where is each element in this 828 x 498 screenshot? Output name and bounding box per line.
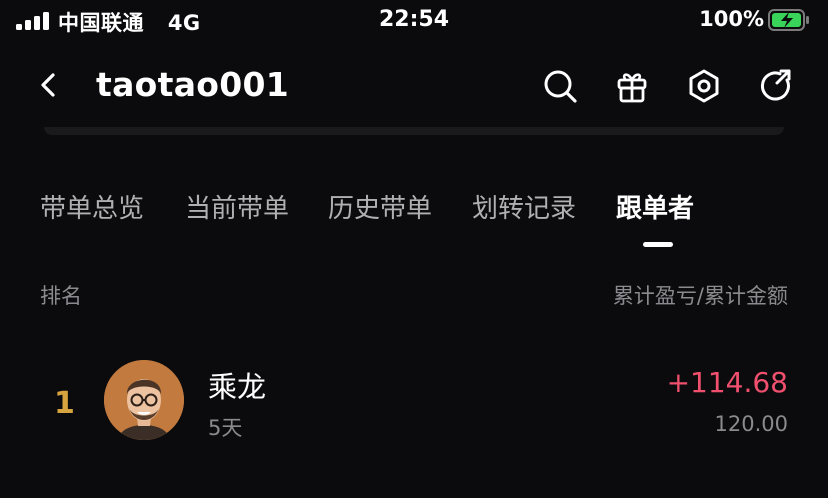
tab-overview[interactable]: 带单总览 <box>40 188 144 225</box>
battery-percent: 100% <box>699 7 764 31</box>
card-edge-divider <box>44 127 784 135</box>
settings-icon[interactable] <box>685 67 723 105</box>
tab-history-trades[interactable]: 历史带单 <box>328 188 432 225</box>
share-icon[interactable] <box>757 67 795 105</box>
column-header-pnl-amount: 累计盈亏/累计金额 <box>612 284 788 308</box>
cumulative-pnl: +114.68 <box>666 366 788 399</box>
gift-icon[interactable] <box>613 67 651 105</box>
active-tab-indicator <box>643 242 673 247</box>
tab-followers[interactable]: 跟单者 <box>616 188 694 225</box>
tab-current-trades[interactable]: 当前带单 <box>185 188 289 225</box>
battery-charging-icon <box>768 9 810 31</box>
rank-number: 1 <box>54 386 75 421</box>
tab-transfer-records[interactable]: 划转记录 <box>472 188 576 225</box>
follower-name: 乘龙 <box>208 370 267 404</box>
chevron-left-icon[interactable] <box>36 69 60 101</box>
follow-days: 5天 <box>208 416 243 440</box>
avatar <box>104 360 184 440</box>
cumulative-amount: 120.00 <box>714 412 788 436</box>
tab-bar: 带单总览 当前带单 历史带单 划转记录 跟单者 <box>0 188 828 258</box>
nav-bar: taotao001 <box>0 55 828 117</box>
page-title: taotao001 <box>96 65 290 104</box>
column-header-rank: 排名 <box>40 284 82 308</box>
list-item[interactable]: 1 乘龙 5天 +114.68 120.00 <box>0 350 828 450</box>
search-icon[interactable] <box>541 67 579 105</box>
status-bar: 中国联通 4G 22:54 100% <box>0 0 828 44</box>
